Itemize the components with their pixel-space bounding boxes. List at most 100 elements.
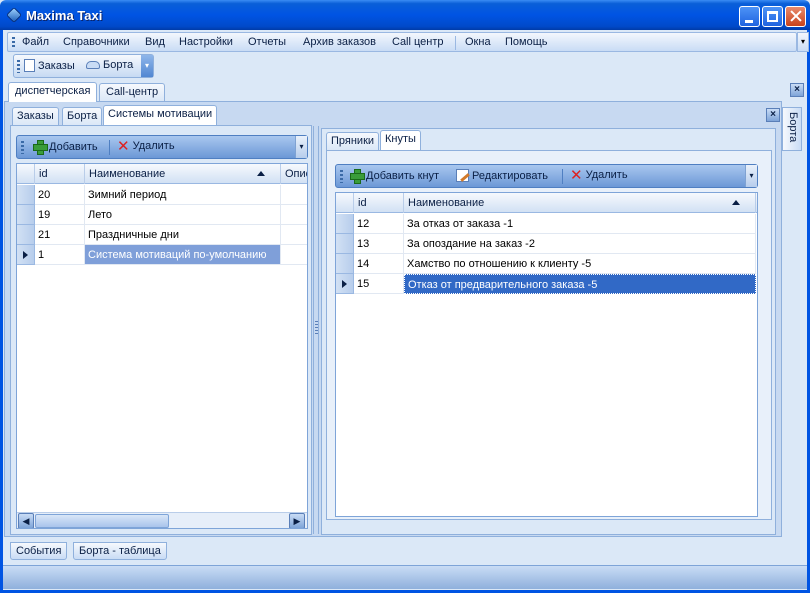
add-penalty-button[interactable]: Добавить кнут [350, 169, 440, 184]
delete-penalty-button[interactable]: ✕ Удалить [570, 166, 628, 184]
cell-id: 19 [35, 205, 85, 225]
menu-file[interactable]: Файл [22, 36, 49, 48]
tab-dispatch[interactable]: диспетчерская [8, 82, 98, 102]
scrollbar-thumb[interactable] [35, 514, 169, 528]
menu-settings[interactable]: Настройки [179, 36, 233, 48]
header-corner [336, 193, 354, 213]
right-toolbar-chevron-icon[interactable]: ▾ [745, 165, 757, 187]
menu-call-center[interactable]: Call центр [392, 36, 444, 48]
scroll-right-icon[interactable]: ▶ [289, 513, 305, 528]
table-row[interactable]: 14 Хамство по отношению к клиенту -5 [336, 254, 757, 274]
edit-icon [456, 169, 469, 182]
horizontal-scrollbar[interactable]: ◀ ▶ [17, 512, 307, 528]
minimize-button[interactable] [739, 6, 760, 27]
maximize-icon [767, 11, 778, 22]
tab-call-center[interactable]: Call-центр [99, 83, 166, 101]
table-row[interactable]: 21 Праздничные дни [17, 225, 307, 245]
menu-windows[interactable]: Окна [465, 36, 491, 48]
menu-references[interactable]: Справочники [63, 36, 130, 48]
table-row-current[interactable]: 15 Отказ от предварительного заказа -5 [336, 274, 757, 294]
window-title: Maxima Taxi [26, 8, 103, 23]
side-tab-cars[interactable]: Борта [782, 107, 802, 151]
edit-penalty-label: Редактировать [472, 169, 548, 182]
delete-label: Удалить [132, 140, 175, 152]
subtab-cars[interactable]: Борта [62, 107, 103, 125]
plus-icon [350, 169, 365, 184]
tab-rewards[interactable]: Пряники [326, 132, 380, 150]
tab-penalties[interactable]: Кнуты [380, 130, 421, 150]
table-row[interactable]: 19 Лето [17, 205, 307, 225]
column-header-name[interactable]: Наименование [404, 193, 756, 213]
toolbar-chevron-icon[interactable]: ▾ [141, 55, 153, 77]
status-bar [3, 565, 807, 589]
row-indicator[interactable] [17, 245, 35, 265]
add-motivation-button[interactable]: Добавить [33, 140, 98, 155]
column-header-id[interactable]: id [354, 193, 404, 213]
cell-description [281, 245, 307, 265]
menu-view[interactable]: Вид [145, 36, 165, 48]
toolbar-grip[interactable] [17, 60, 20, 73]
sort-ascending-icon [257, 171, 265, 176]
row-indicator[interactable] [17, 225, 35, 245]
column-header-name-label: Наименование [408, 197, 485, 209]
left-toolbar-chevron-icon[interactable]: ▾ [295, 136, 307, 158]
table-row[interactable]: 13 За опоздание на заказ -2 [336, 234, 757, 254]
document-icon [24, 59, 35, 72]
side-tab-label: Борта [787, 112, 799, 143]
title-bar: Maxima Taxi [0, 0, 810, 30]
orders-button[interactable]: Заказы [24, 59, 75, 72]
table-row[interactable]: 20 Зимний период [17, 185, 307, 205]
header-corner [17, 164, 35, 184]
menu-grip[interactable] [12, 37, 15, 49]
left-toolbar-grip[interactable] [21, 141, 24, 154]
grid-header: id Наименование [336, 193, 757, 213]
column-header-name[interactable]: Наименование [85, 164, 281, 184]
main-toolbar: Заказы Борта ▾ [13, 54, 154, 78]
menu-help[interactable]: Помощь [505, 36, 548, 48]
row-indicator[interactable] [336, 274, 354, 294]
row-indicator[interactable] [336, 214, 354, 234]
menu-bar: Файл Справочники Вид Настройки Отчеты Ар… [7, 32, 797, 52]
edit-penalty-button[interactable]: Редактировать [456, 169, 548, 182]
bottom-tab-cars-table[interactable]: Борта - таблица [73, 542, 167, 560]
scroll-left-icon[interactable]: ◀ [18, 513, 34, 528]
cell-description [281, 205, 307, 225]
cell-name: За отказ от заказа -1 [404, 214, 756, 234]
cell-description [281, 185, 307, 205]
right-toolbar: Добавить кнут Редактировать ✕ Удалить ▾ [335, 164, 758, 188]
maximize-button[interactable] [762, 6, 783, 27]
cars-button[interactable]: Борта [86, 59, 133, 71]
current-row-arrow-icon [23, 251, 28, 259]
close-button[interactable] [785, 6, 806, 27]
cell-id: 14 [354, 254, 404, 274]
row-indicator[interactable] [17, 185, 35, 205]
subtab-motivation-systems[interactable]: Системы мотивации [103, 105, 218, 125]
menu-reports[interactable]: Отчеты [248, 36, 286, 48]
bottom-tab-events[interactable]: События [10, 542, 68, 560]
panel-splitter[interactable] [313, 126, 319, 534]
row-indicator[interactable] [17, 205, 35, 225]
column-header-id[interactable]: id [35, 164, 85, 184]
delete-motivation-button[interactable]: ✕ Удалить [117, 139, 175, 154]
orders-button-label: Заказы [38, 59, 75, 72]
close-subtab-icon[interactable]: × [766, 108, 780, 122]
cell-name: Лето [85, 205, 281, 225]
row-indicator[interactable] [336, 254, 354, 274]
current-row-arrow-icon [342, 280, 347, 288]
table-row[interactable]: 12 За отказ от заказа -1 [336, 214, 757, 234]
table-row-current[interactable]: 1 Система мотиваций по-умолчанию [17, 245, 307, 265]
menu-order-archive[interactable]: Архив заказов [303, 36, 376, 48]
cell-id: 15 [354, 274, 404, 294]
row-indicator[interactable] [336, 234, 354, 254]
cell-name: Зимний период [85, 185, 281, 205]
menu-overflow-chevron-icon[interactable]: ▾ [797, 32, 809, 52]
right-toolbar-grip[interactable] [340, 170, 343, 183]
cell-id: 21 [35, 225, 85, 245]
subtab-orders[interactable]: Заказы [12, 107, 59, 125]
left-toolbar: Добавить ✕ Удалить ▾ [16, 135, 308, 159]
column-header-description[interactable]: Описа [281, 164, 307, 184]
close-tab-icon[interactable]: × [790, 83, 804, 97]
delete-icon: ✕ [570, 166, 583, 184]
add-penalty-label: Добавить кнут [366, 169, 440, 182]
cell-id: 12 [354, 214, 404, 234]
